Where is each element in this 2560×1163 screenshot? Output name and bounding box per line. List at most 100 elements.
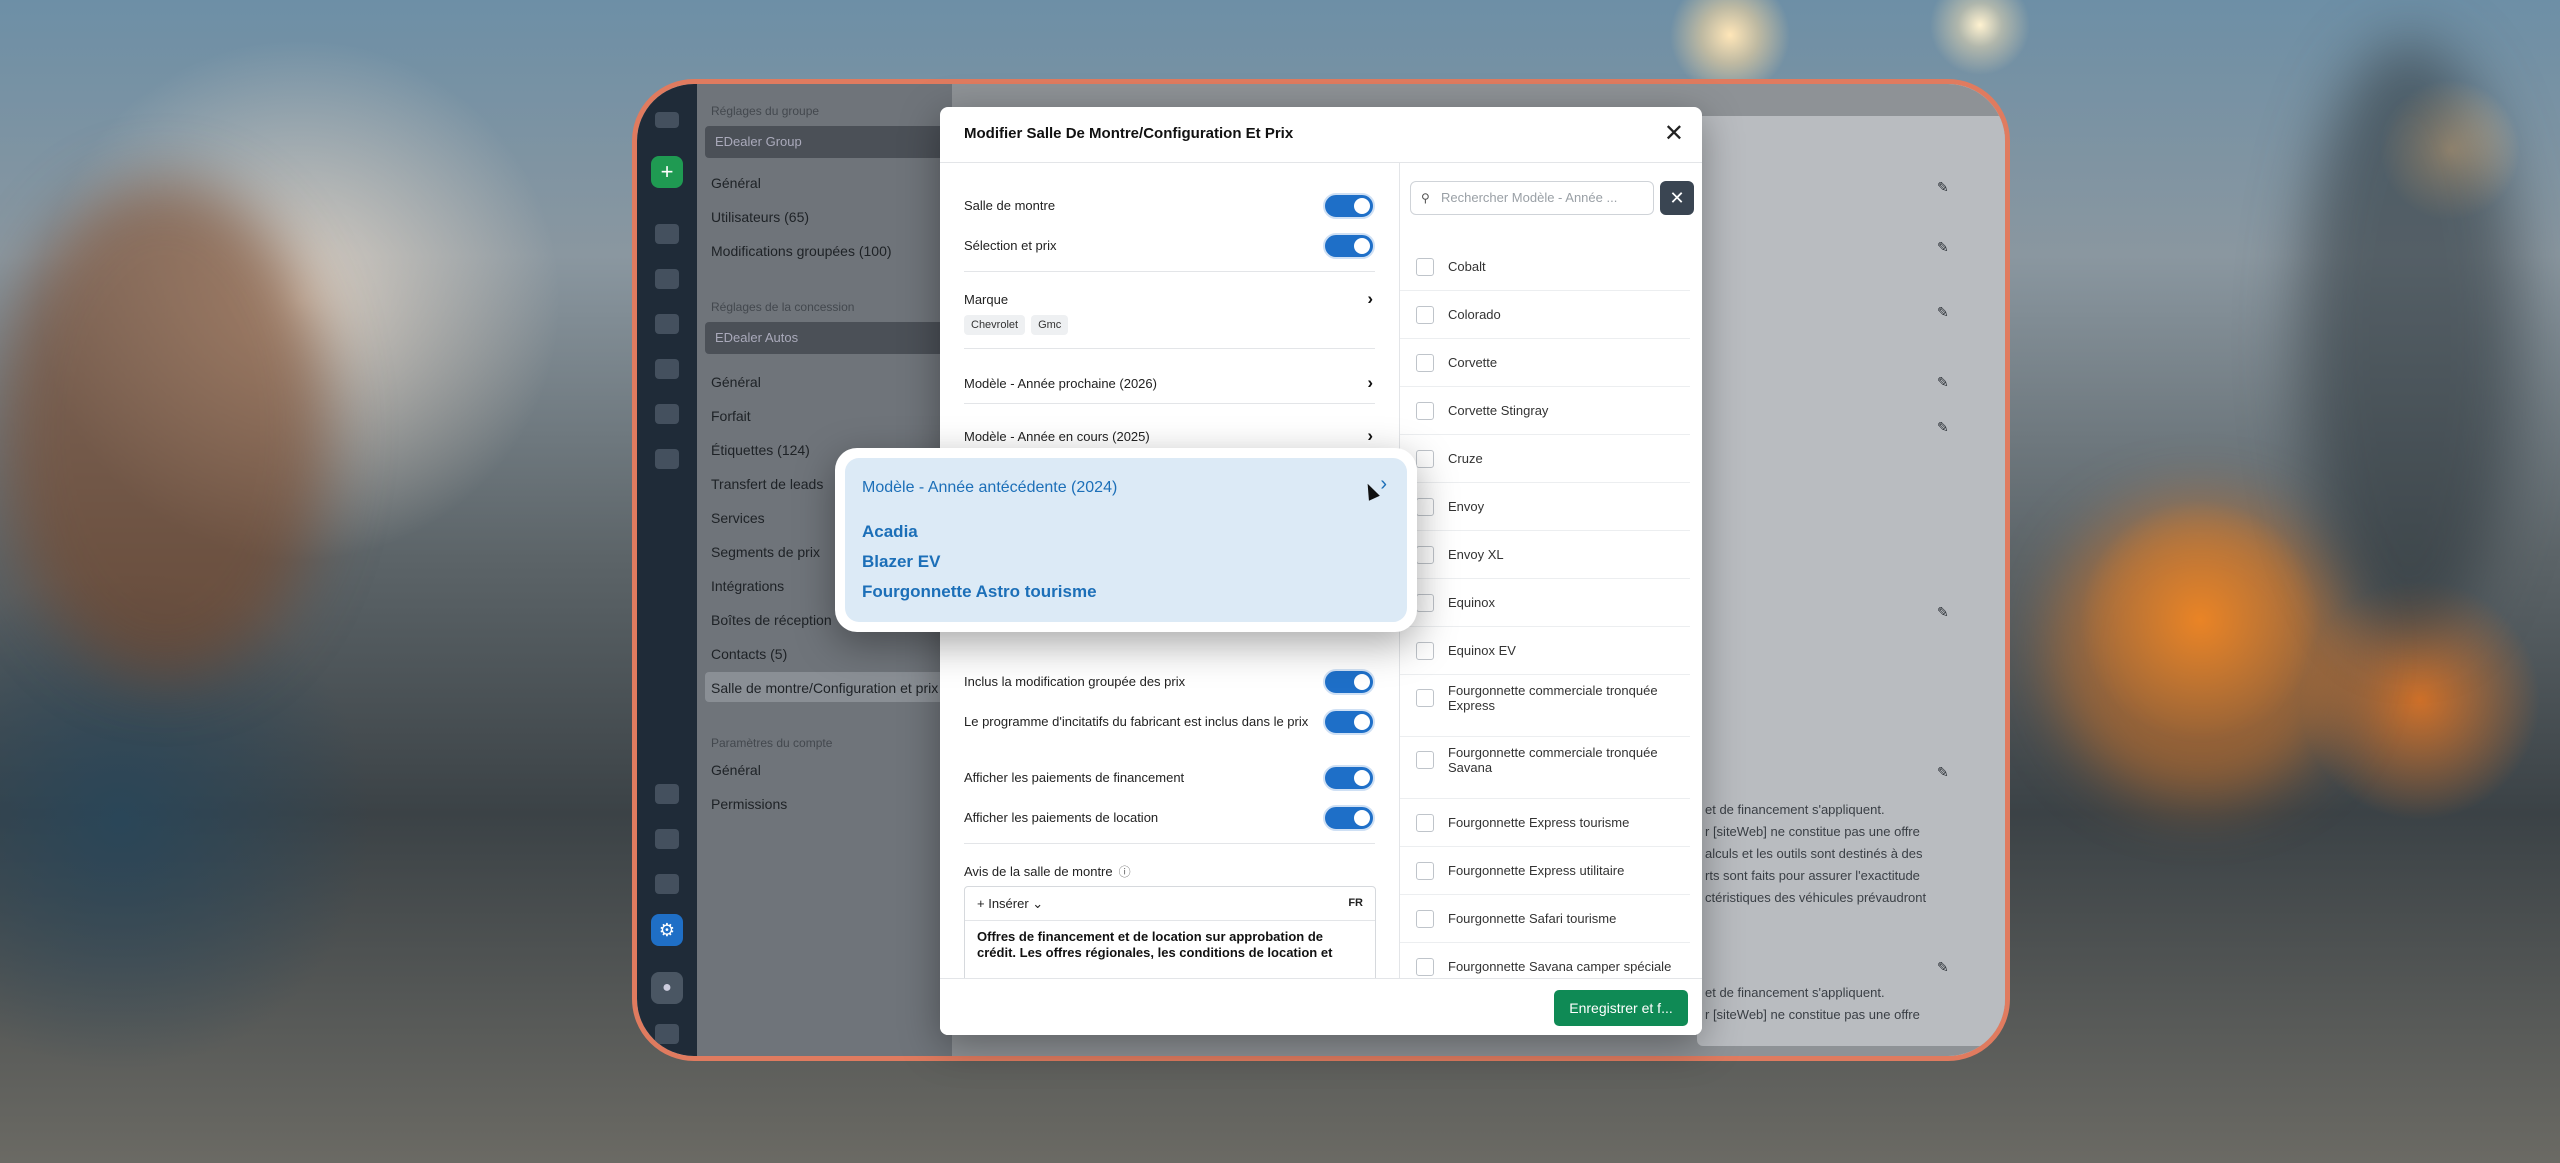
notice-editor[interactable]: + Insérer ⌄ FR Offres de financement et …	[964, 886, 1376, 978]
notice-label: Avis de la salle de montre	[964, 864, 1113, 879]
showroom-toggle[interactable]	[1323, 193, 1375, 219]
sidebar-item-inboxes[interactable]: Boîtes de réception	[711, 612, 832, 628]
checkbox[interactable]	[1416, 862, 1434, 880]
toggle-row: Sélection et prix	[964, 233, 1375, 259]
clear-search-button[interactable]: ✕	[1660, 181, 1694, 215]
toggle-row: Afficher les paiements de location	[964, 805, 1375, 831]
help-icon[interactable]	[655, 1024, 679, 1044]
model-picker-panel: ⚲ Rechercher Modèle - Année ... ✕ Cobalt C…	[1400, 163, 1702, 978]
bulk-price-toggle[interactable]	[1323, 669, 1375, 695]
sidebar-item-tags[interactable]: Étiquettes (124)	[711, 442, 810, 458]
language-toggle[interactable]: FR	[1348, 897, 1363, 909]
building-icon[interactable]	[655, 829, 679, 849]
info-icon[interactable]: ⓘ	[1119, 865, 1131, 879]
chat-icon[interactable]	[655, 359, 679, 379]
edit-pencil-icon[interactable]: ✎	[1937, 764, 1949, 781]
add-icon[interactable]: +	[651, 156, 683, 188]
settings-icon[interactable]: ⚙	[651, 914, 683, 946]
calendar-icon[interactable]	[655, 404, 679, 424]
menu-icon[interactable]	[655, 112, 679, 128]
edit-pencil-icon[interactable]: ✎	[1937, 959, 1949, 976]
chevron-right-icon[interactable]: ›	[1367, 289, 1373, 309]
model-list-item[interactable]: Cruze	[1400, 435, 1690, 483]
tasks-icon[interactable]	[655, 449, 679, 469]
users-icon[interactable]	[655, 874, 679, 894]
model-list-item[interactable]: Envoy	[1400, 483, 1690, 531]
model-list-item[interactable]: Colorado	[1400, 291, 1690, 339]
edit-pencil-icon[interactable]: ✎	[1937, 179, 1949, 196]
checkbox[interactable]	[1416, 354, 1434, 372]
model-list-item[interactable]: Fourgonnette commerciale tronquée Savana	[1400, 737, 1690, 799]
editor-content[interactable]: Offres de financement et de location sur…	[965, 921, 1375, 969]
checkbox[interactable]	[1416, 642, 1434, 660]
checkbox[interactable]	[1416, 814, 1434, 832]
model-list-item[interactable]: Equinox EV	[1400, 627, 1690, 675]
model-list-item[interactable]: Fourgonnette Safari tourisme	[1400, 895, 1690, 943]
model-previous-year-row[interactable]: Modèle - Année antécédente (2024) › Acad…	[845, 458, 1407, 622]
model-list-item[interactable]: Fourgonnette Express tourisme	[1400, 799, 1690, 847]
sidebar-item-permissions[interactable]: Permissions	[711, 796, 787, 812]
model-list-item[interactable]: Cobalt	[1400, 243, 1690, 291]
editor-toolbar: + Insérer ⌄ FR	[965, 887, 1375, 921]
checkbox[interactable]	[1416, 958, 1434, 976]
checkbox[interactable]	[1416, 402, 1434, 420]
model-list-item[interactable]: Fourgonnette commerciale tronquée Expres…	[1400, 675, 1690, 737]
sidebar-item-group-general[interactable]: Général	[711, 175, 761, 191]
model-next-year-row[interactable]: Modèle - Année prochaine (2026) ›	[964, 373, 1375, 393]
checkbox[interactable]	[1416, 306, 1434, 324]
garage-icon[interactable]	[655, 269, 679, 289]
sidebar-item-integrations[interactable]: Intégrations	[711, 578, 784, 594]
model-current-year-row[interactable]: Modèle - Année en cours (2025) ›	[964, 426, 1375, 446]
checkbox[interactable]	[1416, 689, 1434, 707]
insert-button[interactable]: + Insérer ⌄	[977, 896, 1043, 912]
model-list-item[interactable]: Fourgonnette Savana camper spéciale	[1400, 943, 1690, 978]
sidebar-item-account-general[interactable]: Général	[711, 762, 761, 778]
chevron-right-icon[interactable]: ›	[1380, 473, 1387, 496]
sidebar-item-dealer-general[interactable]: Général	[711, 374, 761, 390]
sidebar-item-price-segments[interactable]: Segments de prix	[711, 544, 820, 560]
edit-pencil-icon[interactable]: ✎	[1937, 419, 1949, 436]
edit-pencil-icon[interactable]: ✎	[1937, 239, 1949, 256]
chevron-right-icon[interactable]: ›	[1367, 373, 1373, 393]
edit-pencil-icon[interactable]: ✎	[1937, 304, 1949, 321]
checkbox[interactable]	[1416, 258, 1434, 276]
checkbox[interactable]	[1416, 751, 1434, 769]
model-name: Fourgonnette Savana camper spéciale	[1448, 959, 1672, 974]
globe-icon[interactable]	[655, 784, 679, 804]
sidebar-item-showroom[interactable]: Salle de montre/Configuration et prix	[711, 680, 938, 696]
model-list-item[interactable]: Corvette Stingray	[1400, 387, 1690, 435]
save-button[interactable]: Enregistrer et f...	[1554, 990, 1688, 1026]
model-list-item[interactable]: Envoy XL	[1400, 531, 1690, 579]
selection-price-toggle[interactable]	[1323, 233, 1375, 259]
search-icon: ⚲	[1421, 191, 1430, 205]
model-list-item[interactable]: Fourgonnette Express utilitaire	[1400, 847, 1690, 895]
checkbox[interactable]	[1416, 450, 1434, 468]
sidebar-item-users[interactable]: Utilisateurs (65)	[711, 209, 809, 225]
profile-icon[interactable]: ●	[651, 972, 683, 1004]
sidebar-item-package[interactable]: Forfait	[711, 408, 751, 424]
sidebar-item-services[interactable]: Services	[711, 510, 765, 526]
checkbox[interactable]	[1416, 546, 1434, 564]
contacts-icon[interactable]	[655, 314, 679, 334]
edit-pencil-icon[interactable]: ✎	[1937, 604, 1949, 621]
model-list-item[interactable]: Corvette	[1400, 339, 1690, 387]
group-select[interactable]: EDealer Group	[705, 126, 945, 158]
brand-row[interactable]: Marque ›	[964, 289, 1375, 309]
background-text: ctéristiques des véhicules prévaudront	[1705, 890, 1927, 905]
sidebar-item-bulk-edits[interactable]: Modifications groupées (100)	[711, 243, 892, 259]
dealer-select[interactable]: EDealer Autos	[705, 322, 945, 354]
incentives-toggle[interactable]	[1323, 709, 1375, 735]
edit-pencil-icon[interactable]: ✎	[1937, 374, 1949, 391]
close-icon[interactable]: ✕	[1664, 119, 1684, 148]
chevron-right-icon[interactable]: ›	[1367, 426, 1373, 446]
showroom-icon[interactable]	[655, 224, 679, 244]
checkbox[interactable]	[1416, 498, 1434, 516]
checkbox[interactable]	[1416, 594, 1434, 612]
sidebar-item-lead-transfer[interactable]: Transfert de leads	[711, 476, 823, 492]
finance-payments-toggle[interactable]	[1323, 765, 1375, 791]
model-list-item[interactable]: Equinox	[1400, 579, 1690, 627]
checkbox[interactable]	[1416, 910, 1434, 928]
sidebar-item-contacts[interactable]: Contacts (5)	[711, 646, 787, 662]
lease-payments-toggle[interactable]	[1323, 805, 1375, 831]
search-input[interactable]: ⚲ Rechercher Modèle - Année ...	[1410, 181, 1654, 215]
